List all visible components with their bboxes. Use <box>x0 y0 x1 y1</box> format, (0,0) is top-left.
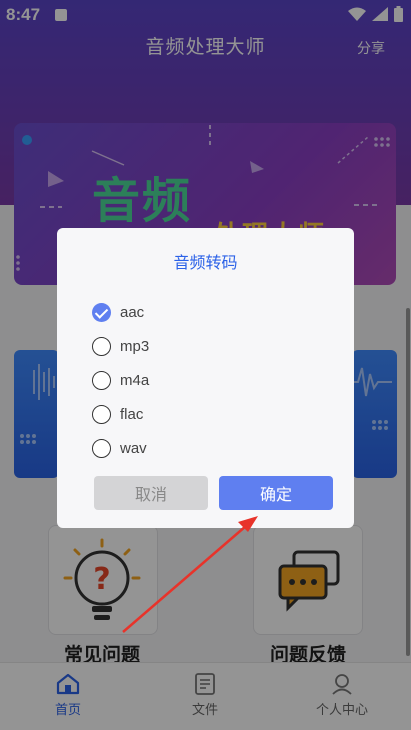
app-screen: 8:47 音频处理大师 分享 音频 处 <box>0 0 411 730</box>
annotation-arrow-icon <box>122 516 258 633</box>
